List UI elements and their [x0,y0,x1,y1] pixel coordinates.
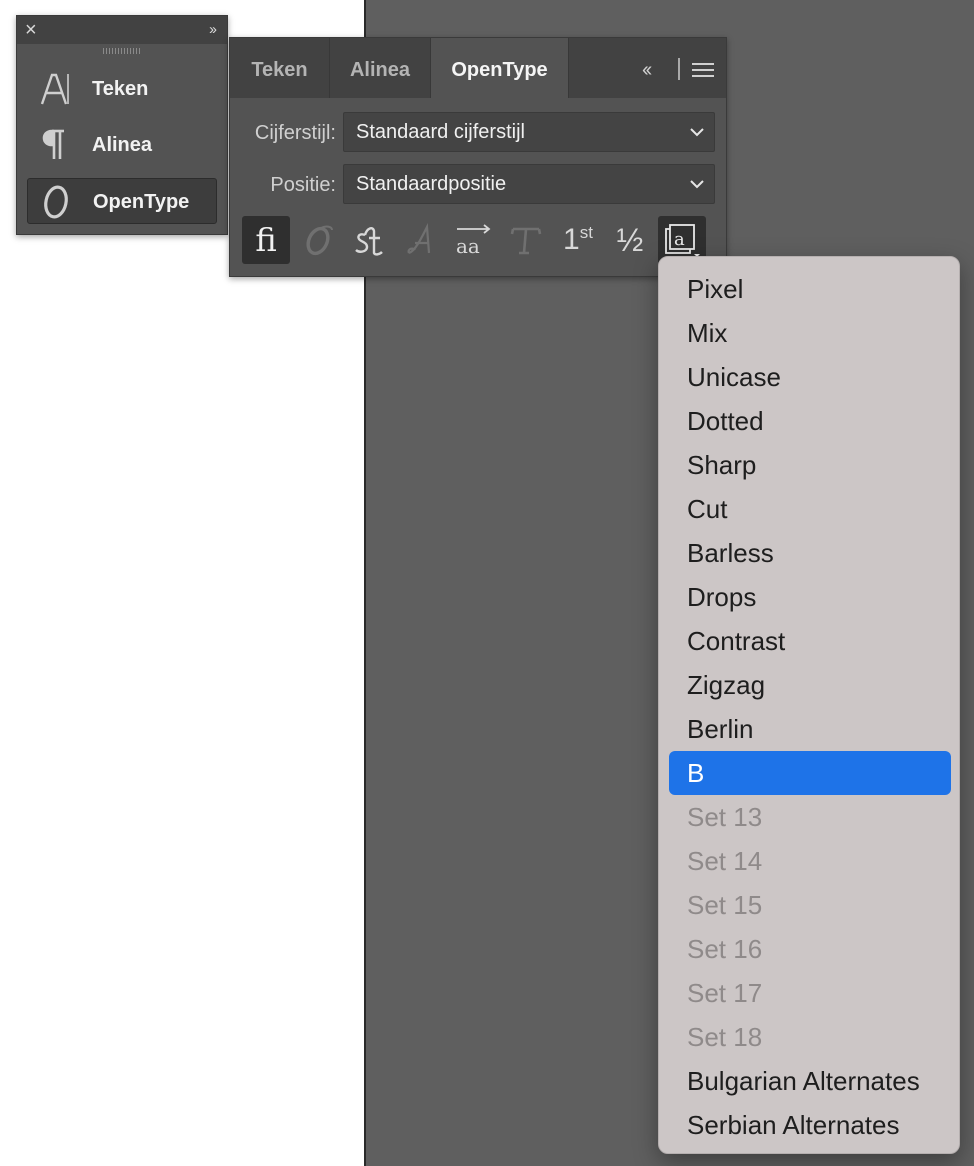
dock-item-label: OpenType [93,191,190,213]
menu-item-berlin[interactable]: Berlin [669,707,951,751]
cijferstijl-label: Cijferstijl: [254,122,336,144]
character-icon [39,66,71,112]
collapsed-panel-dock: × ›› Teken Alinea OpenType [16,15,228,235]
fractions-icon[interactable]: ½ [606,216,654,264]
positie-select[interactable]: Standaardpositie [343,164,715,204]
dock-item-opentype[interactable]: OpenType [27,178,217,224]
svg-text:aa: aa [456,234,480,257]
tab-separator [678,58,680,80]
dock-titlebar: × ›› [17,16,227,44]
tab-teken[interactable]: Teken [230,38,330,98]
ordinals-icon[interactable]: 1st [554,216,602,264]
dock-item-label: Teken [92,78,149,100]
menu-item-sharp[interactable]: Sharp [669,443,951,487]
opentype-panel: Teken Alinea OpenType ‹‹ Cijferstijl: St… [229,37,727,277]
menu-item-contrast[interactable]: Contrast [669,619,951,663]
cijferstijl-value: Standaard cijferstijl [356,121,525,143]
menu-item-cut[interactable]: Cut [669,487,951,531]
menu-item-barless[interactable]: Barless [669,531,951,575]
chevron-down-icon [690,128,704,137]
titling-alternates-icon[interactable] [502,216,550,264]
positie-label: Positie: [270,174,336,196]
swash-icon[interactable] [398,216,446,264]
opentype-buttons-row: ﬁ aa 1st ½ a [242,216,718,266]
menu-item-set-13: Set 13 [687,802,763,832]
menu-item-drops[interactable]: Drops [669,575,951,619]
tab-alinea[interactable]: Alinea [330,38,431,98]
opentype-icon [40,179,72,225]
menu-item-mix[interactable]: Mix [669,311,951,355]
discretionary-ligatures-icon[interactable] [346,216,394,264]
menu-item-set-17: Set 17 [687,978,763,1008]
close-icon[interactable]: × [25,19,37,41]
standard-ligatures-icon[interactable]: ﬁ [242,216,290,264]
panel-menu-icon[interactable] [692,63,714,77]
stylistic-alternates-icon[interactable]: aa [450,216,498,264]
positie-value: Standaardpositie [356,173,507,195]
tab-opentype[interactable]: OpenType [431,38,569,98]
menu-item-dotted[interactable]: Dotted [669,399,951,443]
drag-grip[interactable] [103,48,141,54]
menu-item-bulgarian-alternates[interactable]: Bulgarian Alternates [669,1059,951,1103]
menu-item-pixel[interactable]: Pixel [669,267,951,311]
menu-item-unicase[interactable]: Unicase [669,355,951,399]
menu-item-set-16: Set 16 [687,934,763,964]
collapse-panel-icon[interactable]: ‹‹ [642,58,652,82]
menu-item-set-15: Set 15 [687,890,763,920]
panel-tabbar: Teken Alinea OpenType ‹‹ [230,38,726,98]
chevron-down-icon [690,180,704,189]
cijferstijl-select[interactable]: Standaard cijferstijl [343,112,715,152]
menu-item-zigzag[interactable]: Zigzag [669,663,951,707]
contextual-alternates-icon[interactable] [294,216,342,264]
paragraph-icon [39,122,71,168]
stylistic-sets-menu: Pixel Mix Unicase Dotted Sharp Cut Barle… [658,256,960,1154]
menu-item-b[interactable]: B [669,751,951,795]
dock-item-alinea[interactable]: Alinea [27,122,217,168]
expand-panels-icon[interactable]: ›› [209,20,217,40]
dock-item-teken[interactable]: Teken [27,66,217,112]
svg-text:a: a [674,229,685,250]
menu-item-set-14: Set 14 [687,846,763,876]
dock-item-label: Alinea [92,134,153,156]
menu-item-serbian-alternates[interactable]: Serbian Alternates [669,1103,951,1147]
menu-item-set-18: Set 18 [687,1022,763,1052]
